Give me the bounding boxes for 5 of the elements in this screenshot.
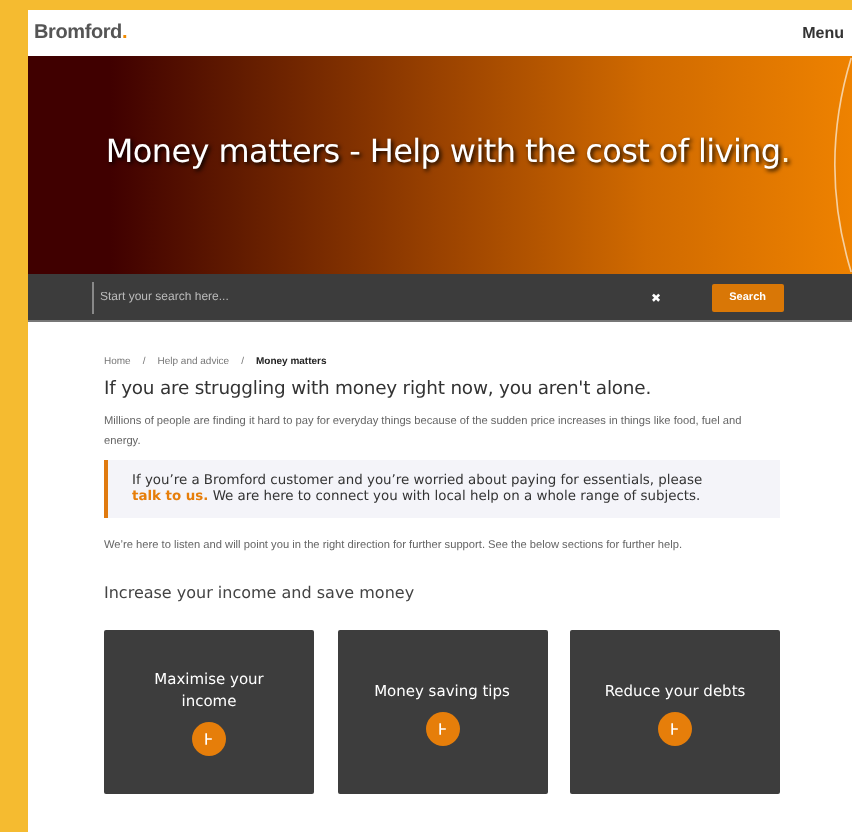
hero-title: Money matters - Help with the cost of living. xyxy=(105,132,791,170)
section-title: Increase your income and save money xyxy=(104,584,417,602)
logo-link[interactable]: Bromford. xyxy=(34,22,128,44)
page-heading: If you are struggling with money right now, you aren't alone. xyxy=(104,378,654,400)
menu-button[interactable]: Menu xyxy=(802,24,844,42)
